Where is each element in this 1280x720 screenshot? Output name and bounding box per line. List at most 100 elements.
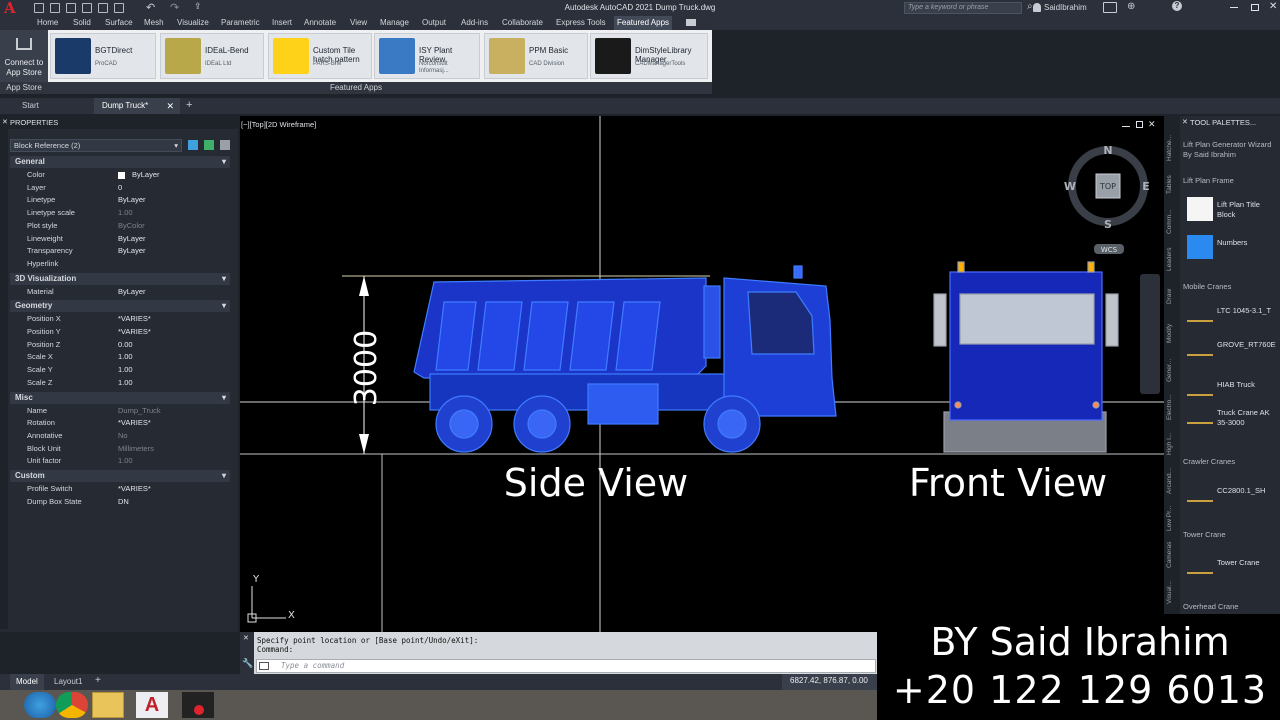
menu-tab-view[interactable]: View xyxy=(347,16,370,30)
menu-tab-insert[interactable]: Insert xyxy=(269,16,295,30)
app-tile-ideal-bend[interactable]: IDEaL-Bend IDEaL Ltd xyxy=(160,33,264,79)
toggle-pickadd-icon[interactable] xyxy=(188,140,198,150)
restore-icon[interactable] xyxy=(1251,4,1259,11)
property-row[interactable]: Material ByLayer xyxy=(10,286,230,299)
palette-tab[interactable]: Low Pr... xyxy=(1166,500,1180,536)
property-row[interactable]: Transparency ByLayer xyxy=(10,245,230,258)
menu-tab-collaborate[interactable]: Collaborate xyxy=(499,16,546,30)
menu-tab-featured-apps[interactable]: Featured Apps xyxy=(614,16,673,30)
connect-app-store-button[interactable]: Connect to App Store xyxy=(0,58,48,78)
menu-tab-parametric[interactable]: Parametric xyxy=(218,16,263,30)
crane-tool-icon[interactable] xyxy=(1187,308,1213,322)
selection-dropdown[interactable]: Block Reference (2) ▾ xyxy=(10,139,182,152)
section-3d-visualization[interactable]: 3D Visualization ▾ xyxy=(10,272,230,285)
property-row[interactable]: Block Unit Millimeters xyxy=(10,443,230,456)
property-row[interactable]: Linetype scale 1.00 xyxy=(10,207,230,220)
crane-tool-icon[interactable] xyxy=(1187,235,1213,259)
palette-tab[interactable]: Cameras xyxy=(1166,537,1180,573)
tab-layout1[interactable]: Layout1 xyxy=(48,674,88,690)
ribbon-options-icon[interactable] xyxy=(686,19,696,26)
property-row[interactable]: Position Y *VARIES* xyxy=(10,326,230,339)
property-row[interactable]: Position Z 0.00 xyxy=(10,339,230,352)
palette-tool-label[interactable]: Numbers xyxy=(1217,238,1277,248)
recent-commands-icon[interactable] xyxy=(259,662,269,670)
close-tab-icon[interactable]: ✕ xyxy=(166,98,174,114)
property-row[interactable]: Unit factor 1.00 xyxy=(10,455,230,468)
close-tool-palettes-icon[interactable]: ✕ xyxy=(1182,118,1188,126)
palette-tab[interactable]: High I... xyxy=(1166,426,1180,462)
palette-tool-label[interactable]: HIAB Truck xyxy=(1217,380,1277,390)
palette-tab[interactable]: Comm... xyxy=(1166,204,1180,240)
palette-tool-label[interactable]: Truck Crane AK 35-3000 xyxy=(1217,408,1277,428)
palette-tab[interactable]: Electro... xyxy=(1166,389,1180,425)
menu-tab-visualize[interactable]: Visualize xyxy=(174,16,212,30)
palette-tab[interactable]: Visual... xyxy=(1166,574,1180,610)
menu-tab-annotate[interactable]: Annotate xyxy=(301,16,339,30)
property-row[interactable]: Layer 0 xyxy=(10,182,230,195)
property-row[interactable]: Position X *VARIES* xyxy=(10,313,230,326)
property-row[interactable]: Dump Box State DN xyxy=(10,496,230,509)
palette-tab[interactable]: Leaders xyxy=(1166,241,1180,277)
crane-tool-icon[interactable] xyxy=(1187,560,1213,574)
add-layout-icon[interactable]: + xyxy=(95,675,101,686)
property-row[interactable]: Profile Switch *VARIES* xyxy=(10,483,230,496)
palette-tab[interactable]: Arcand... xyxy=(1166,463,1180,499)
drawing-canvas[interactable]: 3000 Side View Front View Y X TOP N S E … xyxy=(240,116,1164,632)
palette-tab[interactable]: Modify xyxy=(1166,315,1180,351)
section-general[interactable]: General ▾ xyxy=(10,156,230,168)
property-row[interactable]: Annotative No xyxy=(10,430,230,443)
property-row[interactable]: Scale Y 1.00 xyxy=(10,364,230,377)
close-icon[interactable]: ✕ xyxy=(1269,1,1277,12)
quick-select-icon[interactable] xyxy=(220,140,230,150)
property-row[interactable]: Scale X 1.00 xyxy=(10,351,230,364)
close-command-icon[interactable]: ✕ xyxy=(243,634,249,642)
crane-tool-icon[interactable] xyxy=(1187,410,1213,424)
search-icon[interactable]: ⌕ xyxy=(1027,1,1033,12)
palette-tab[interactable]: Hatche... xyxy=(1166,130,1180,166)
menu-tab-express-tools[interactable]: Express Tools xyxy=(553,16,609,30)
app-tile-ppm-basic[interactable]: PPM Basic CAD Division xyxy=(484,33,588,79)
palette-tool-label[interactable]: GROVE_RT760E xyxy=(1217,340,1277,350)
menu-tab-manage[interactable]: Manage xyxy=(377,16,412,30)
palette-tab[interactable]: Tables xyxy=(1166,167,1180,203)
crane-tool-icon[interactable] xyxy=(1187,488,1213,502)
palette-tab[interactable]: Gener... xyxy=(1166,352,1180,388)
palette-tab[interactable]: Draw xyxy=(1166,278,1180,314)
menu-tab-solid[interactable]: Solid xyxy=(70,16,94,30)
palette-tool-label[interactable]: LTC 1045-3.1_T xyxy=(1217,306,1277,316)
tab-model[interactable]: Model xyxy=(10,674,44,690)
command-input[interactable]: Type a command xyxy=(256,659,876,673)
property-row[interactable]: Rotation *VARIES* xyxy=(10,417,230,430)
file-explorer-icon[interactable] xyxy=(92,692,124,718)
menu-tab-add-ins[interactable]: Add-ins xyxy=(458,16,491,30)
property-row[interactable]: Linetype ByLayer xyxy=(10,194,230,207)
app-tile-dimstylelibrary-manager[interactable]: DimStyleLibrary Manager CADManagerTools xyxy=(590,33,708,79)
close-palette-icon[interactable]: ✕ xyxy=(2,118,8,126)
menu-tab-surface[interactable]: Surface xyxy=(102,16,136,30)
wrench-icon[interactable]: 🔧 xyxy=(242,658,253,669)
palette-tool-label[interactable]: Tower Crane xyxy=(1217,558,1277,568)
a360-icon[interactable]: ⊕ xyxy=(1127,1,1135,12)
app-tile-bgtdirect[interactable]: BGTDirect ProCAD xyxy=(50,33,156,79)
crane-tool-icon[interactable] xyxy=(1187,197,1213,221)
property-row[interactable]: Name Dump_Truck xyxy=(10,405,230,418)
section-misc[interactable]: Misc ▾ xyxy=(10,391,230,404)
windows-start-icon[interactable] xyxy=(24,692,56,718)
property-row[interactable]: Hyperlink xyxy=(10,258,230,271)
palette-tool-label[interactable]: CC2800.1_SH xyxy=(1217,486,1277,496)
autocad-taskbar-icon[interactable]: A xyxy=(136,692,168,718)
crane-tool-icon[interactable] xyxy=(1187,382,1213,396)
menu-tab-home[interactable]: Home xyxy=(34,16,61,30)
user-name[interactable]: SaidIbrahim xyxy=(1044,0,1087,16)
property-row[interactable]: Lineweight ByLayer xyxy=(10,233,230,246)
app-tile-isy-plant-review[interactable]: ISY Plant Review Norconsult Informasj... xyxy=(374,33,480,79)
select-objects-icon[interactable] xyxy=(204,140,214,150)
section-geometry[interactable]: Geometry ▾ xyxy=(10,300,230,313)
palette-tool-label[interactable]: Lift Plan Title Block xyxy=(1217,200,1277,220)
property-row[interactable]: Plot style ByColor xyxy=(10,220,230,233)
crane-tool-icon[interactable] xyxy=(1187,342,1213,356)
minimize-icon[interactable] xyxy=(1230,7,1238,8)
chrome-icon[interactable] xyxy=(56,692,88,718)
menu-tab-mesh[interactable]: Mesh xyxy=(141,16,167,30)
section-custom[interactable]: Custom ▾ xyxy=(10,470,230,482)
